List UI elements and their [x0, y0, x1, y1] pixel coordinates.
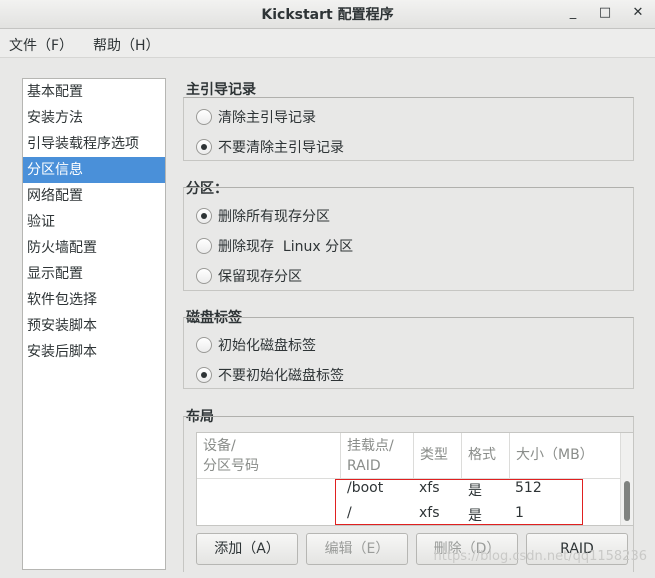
radio-button[interactable] — [196, 109, 212, 125]
radio-button[interactable] — [196, 337, 212, 353]
radio-label: 不要清除主引导记录 — [218, 140, 344, 156]
col-device[interactable]: 设备/ 分区号码 — [197, 433, 341, 478]
scrollbar-thumb[interactable] — [624, 481, 630, 521]
radio-label: 删除现存 Linux 分区 — [218, 239, 354, 255]
add-button[interactable]: 添加（A） — [196, 533, 298, 565]
radio-button[interactable] — [196, 268, 212, 284]
annotation-highlight-box — [335, 479, 583, 525]
watermark: https://blog.csdn.net/qq1158236 — [433, 549, 647, 564]
close-icon[interactable]: ✕ — [628, 3, 648, 23]
radio-label: 初始化磁盘标签 — [218, 338, 316, 354]
menu-file[interactable]: 文件（F） — [9, 35, 73, 55]
sidebar-item-firewall[interactable]: 防火墙配置 — [23, 235, 165, 261]
sidebar-item-partition[interactable]: 分区信息 — [23, 157, 165, 183]
menu-help[interactable]: 帮助（H） — [93, 35, 160, 55]
radio-label: 不要初始化磁盘标签 — [218, 368, 344, 384]
col-size[interactable]: 大小（MB） — [510, 433, 621, 478]
sidebar-item-auth[interactable]: 验证 — [23, 209, 165, 235]
radio-button[interactable] — [196, 208, 212, 224]
edit-button[interactable]: 编辑（E） — [306, 533, 408, 565]
sidebar-item-network[interactable]: 网络配置 — [23, 183, 165, 209]
sidebar-item-packages[interactable]: 软件包选择 — [23, 287, 165, 313]
radio-label: 保留现存分区 — [218, 269, 302, 285]
radio-label: 删除所有现存分区 — [218, 209, 330, 225]
partition-table[interactable]: 设备/ 分区号码 挂载点/ RAID 类型 格式 大小（MB） /boot xf… — [196, 432, 634, 526]
table-scrollbar[interactable] — [620, 433, 633, 525]
sidebar-item-display[interactable]: 显示配置 — [23, 261, 165, 287]
sidebar-item-install-method[interactable]: 安装方法 — [23, 105, 165, 131]
col-mount[interactable]: 挂载点/ RAID — [341, 433, 414, 478]
minimize-icon[interactable]: _ — [563, 3, 583, 23]
sidebar-item-postscript[interactable]: 安装后脚本 — [23, 339, 165, 365]
title-bar: Kickstart 配置程序 _ □ ✕ — [0, 0, 655, 29]
col-type[interactable]: 类型 — [414, 433, 462, 478]
sidebar: 基本配置 安装方法 引导装载程序选项 分区信息 网络配置 验证 防火墙配置 显示… — [22, 78, 166, 570]
table-header: 设备/ 分区号码 挂载点/ RAID 类型 格式 大小（MB） — [197, 433, 621, 479]
radio-button[interactable] — [196, 139, 212, 155]
radio-button[interactable] — [196, 367, 212, 383]
radio-label: 清除主引导记录 — [218, 110, 316, 126]
col-format[interactable]: 格式 — [462, 433, 510, 478]
sidebar-item-basic[interactable]: 基本配置 — [23, 79, 165, 105]
sidebar-item-bootloader[interactable]: 引导装载程序选项 — [23, 131, 165, 157]
menu-bar: 文件（F） 帮助（H） — [0, 29, 655, 58]
sidebar-item-prescript[interactable]: 预安装脚本 — [23, 313, 165, 339]
maximize-icon[interactable]: □ — [595, 3, 615, 23]
mbr-title: 主引导记录 — [186, 82, 256, 98]
window-title: Kickstart 配置程序 — [261, 7, 394, 23]
radio-button[interactable] — [196, 238, 212, 254]
